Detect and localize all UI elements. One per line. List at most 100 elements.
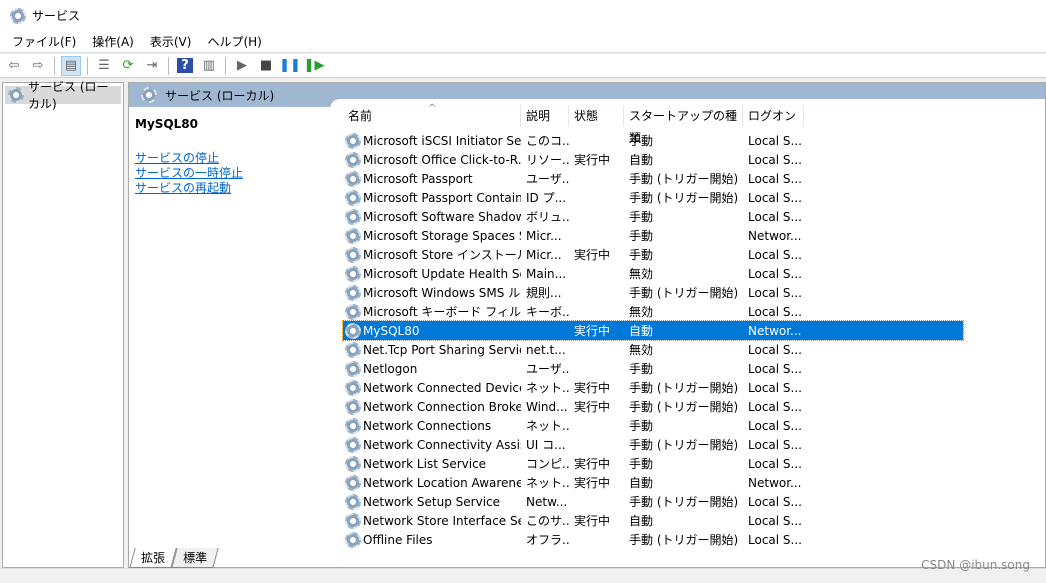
- table-row[interactable]: Netlogon ユーザ... 手動 Local S...: [343, 359, 963, 378]
- table-row[interactable]: Microsoft Office Click-to-R... リソー... 実行中 自…: [343, 150, 963, 169]
- table-row[interactable]: MySQL80 実行中 自動 Networ...: [342, 320, 964, 341]
- cell-status: 実行中: [574, 324, 611, 338]
- service-name: Network Store Interface Ser...: [363, 513, 521, 528]
- gear-icon: [345, 360, 361, 377]
- cell-logon: Local S...: [748, 171, 802, 186]
- gear-icon: [10, 7, 26, 24]
- service-name: Microsoft Software Shadow...: [363, 209, 521, 224]
- service-name: Microsoft iSCSI Initiator Ser...: [363, 133, 521, 148]
- table-row[interactable]: Microsoft Passport Container ID プ... 手動 (ト…: [343, 188, 963, 207]
- cell-startup-type: 手動: [629, 229, 654, 243]
- menu-item[interactable]: 表示(V): [144, 33, 198, 50]
- stop-service-icon: ■: [259, 58, 273, 73]
- cell-logon: Local S...: [748, 494, 802, 509]
- show-action-pane-icon: ▥: [202, 58, 216, 73]
- tab-standard[interactable]: 標準: [171, 548, 219, 568]
- table-row[interactable]: Net.Tcp Port Sharing Service net.t... 無効 Lo…: [343, 340, 963, 359]
- cell-name: Microsoft iSCSI Initiator Ser...: [343, 132, 521, 149]
- start-service-button[interactable]: ▶: [232, 56, 252, 76]
- restart-service-link[interactable]: サービスの再起動: [135, 181, 325, 196]
- gear-icon: [345, 398, 361, 415]
- table-row[interactable]: Microsoft Update Health Se... Main... 無効 Lo…: [343, 264, 963, 283]
- menu-item[interactable]: 操作(A): [86, 33, 140, 50]
- refresh-button[interactable]: ⟳: [118, 56, 138, 76]
- cell-logon: Local S...: [748, 380, 802, 395]
- cell-name: MySQL80: [343, 322, 521, 339]
- forward-arrow-button[interactable]: ⇨: [28, 56, 48, 76]
- menu-item[interactable]: ヘルプ(H): [201, 33, 267, 50]
- services-list: ^ 名前 説明 状態 スタートアップの種類 ログオン Microsoft iSC…: [342, 103, 964, 549]
- sort-ascending-icon: ^: [428, 103, 437, 114]
- help-button[interactable]: ?: [175, 56, 195, 76]
- show-hide-console-tree-icon: ▤: [64, 58, 78, 73]
- services-pane: サービス (ローカル) MySQL80 サービスの停止 サービスの一時停止 サー…: [128, 82, 1046, 568]
- cell-logon: Local S...: [748, 152, 802, 167]
- cell-logon: Networ...: [748, 228, 802, 243]
- cell-description: ボリュ...: [526, 210, 569, 224]
- cell-logon: Local S...: [748, 247, 802, 262]
- table-row[interactable]: Network Connection Broker Wind... 実行中 手動 (ト…: [343, 397, 963, 416]
- properties-button[interactable]: ☰: [94, 56, 114, 76]
- pause-service-button[interactable]: ❚❚: [279, 56, 301, 76]
- table-row[interactable]: Network Connections ネット... 手動 Local S...: [343, 416, 963, 435]
- table-row[interactable]: Microsoft Passport ユーザ... 手動 (トリガー開始) Local…: [343, 169, 963, 188]
- start-service-icon: ▶: [237, 58, 247, 73]
- tab-extended[interactable]: 拡張: [129, 548, 177, 568]
- view-tabs: 拡張 標準: [129, 548, 219, 568]
- table-row[interactable]: Network Location Awareness ネット... 実行中 自動 Net…: [343, 473, 963, 492]
- column-header-status[interactable]: 状態: [569, 105, 624, 127]
- table-row[interactable]: Offline Files オフラ... 手動 (トリガー開始) Local S...: [343, 530, 963, 549]
- table-row[interactable]: Network Connected Device... ネット... 実行中 手動 (…: [343, 378, 963, 397]
- gear-icon: [345, 170, 361, 187]
- cell-description: コンピ...: [526, 457, 569, 471]
- gear-icon: [345, 132, 361, 149]
- back-arrow-button[interactable]: ⇦: [4, 56, 24, 76]
- cell-logon: Local S...: [748, 418, 802, 433]
- table-row[interactable]: Microsoft Windows SMS ル... 規則... 手動 (トリガー開…: [343, 283, 963, 302]
- export-list-button[interactable]: ⇥: [142, 56, 162, 76]
- stop-service-button[interactable]: ■: [256, 56, 276, 76]
- show-action-pane-button[interactable]: ▥: [199, 56, 219, 76]
- service-name: Microsoft Windows SMS ル...: [363, 286, 521, 300]
- gear-icon: [345, 455, 361, 472]
- gear-icon: [345, 284, 361, 301]
- table-row[interactable]: Microsoft Software Shadow... ボリュ... 手動 Loca…: [343, 207, 963, 226]
- cell-name: Microsoft Store インストール ...: [343, 246, 521, 263]
- stop-service-link[interactable]: サービスの停止: [135, 151, 325, 166]
- gear-icon: [345, 512, 361, 529]
- menu-item[interactable]: ファイル(F): [6, 33, 82, 50]
- restart-service-button[interactable]: ❚▶: [304, 56, 325, 76]
- show-hide-console-tree-button[interactable]: ▤: [61, 55, 81, 76]
- table-row[interactable]: Microsoft Store インストール ... Micr... 実行中 手動 Lo…: [343, 245, 963, 264]
- table-row[interactable]: Network Setup Service Netw... 手動 (トリガー開始) L…: [343, 492, 963, 511]
- table-row[interactable]: Network Connectivity Assist... UI コ... 手動 …: [343, 435, 963, 454]
- cell-name: Microsoft Office Click-to-R...: [343, 151, 521, 168]
- gear-icon: [345, 341, 361, 358]
- toolbar-separator: [54, 56, 55, 75]
- service-name: MySQL80: [363, 323, 420, 338]
- tree-item-services-local[interactable]: サービス (ローカル): [5, 80, 121, 111]
- table-row[interactable]: Microsoft キーボード フィルターキーボ... 無効 Local S...: [343, 302, 963, 321]
- column-header-description[interactable]: 説明: [521, 105, 569, 127]
- pause-service-link[interactable]: サービスの一時停止: [135, 166, 325, 181]
- cell-description: 規則...: [526, 286, 562, 300]
- cell-name: Microsoft Update Health Se...: [343, 265, 521, 282]
- status-bar: [0, 568, 1046, 583]
- table-row[interactable]: Network List Service コンピ... 実行中 手動 Local S..…: [343, 454, 963, 473]
- gear-icon: [345, 265, 361, 282]
- cell-logon: Local S...: [748, 133, 802, 148]
- table-row[interactable]: Microsoft Storage Spaces S... Micr... 手動 Ne…: [343, 226, 963, 245]
- column-header-logon[interactable]: ログオン: [743, 105, 804, 127]
- tree-item-label: サービス (ローカル): [28, 80, 109, 111]
- table-row[interactable]: Network Store Interface Ser... このサ... 実行中 自…: [343, 511, 963, 530]
- cell-startup-type: 手動 (トリガー開始): [629, 438, 739, 452]
- cell-logon: Local S...: [748, 437, 802, 452]
- gear-icon: [345, 189, 361, 206]
- cell-name: Network Connections: [343, 417, 521, 434]
- cell-description: ネット...: [526, 419, 569, 433]
- cell-description: ユーザ...: [526, 362, 569, 376]
- column-header-startup-type[interactable]: スタートアップの種類: [624, 105, 743, 145]
- table-row[interactable]: Microsoft iSCSI Initiator Ser... このコ... 手動…: [343, 131, 963, 150]
- cell-startup-type: 自動: [629, 324, 654, 338]
- cell-logon: Local S...: [748, 209, 802, 224]
